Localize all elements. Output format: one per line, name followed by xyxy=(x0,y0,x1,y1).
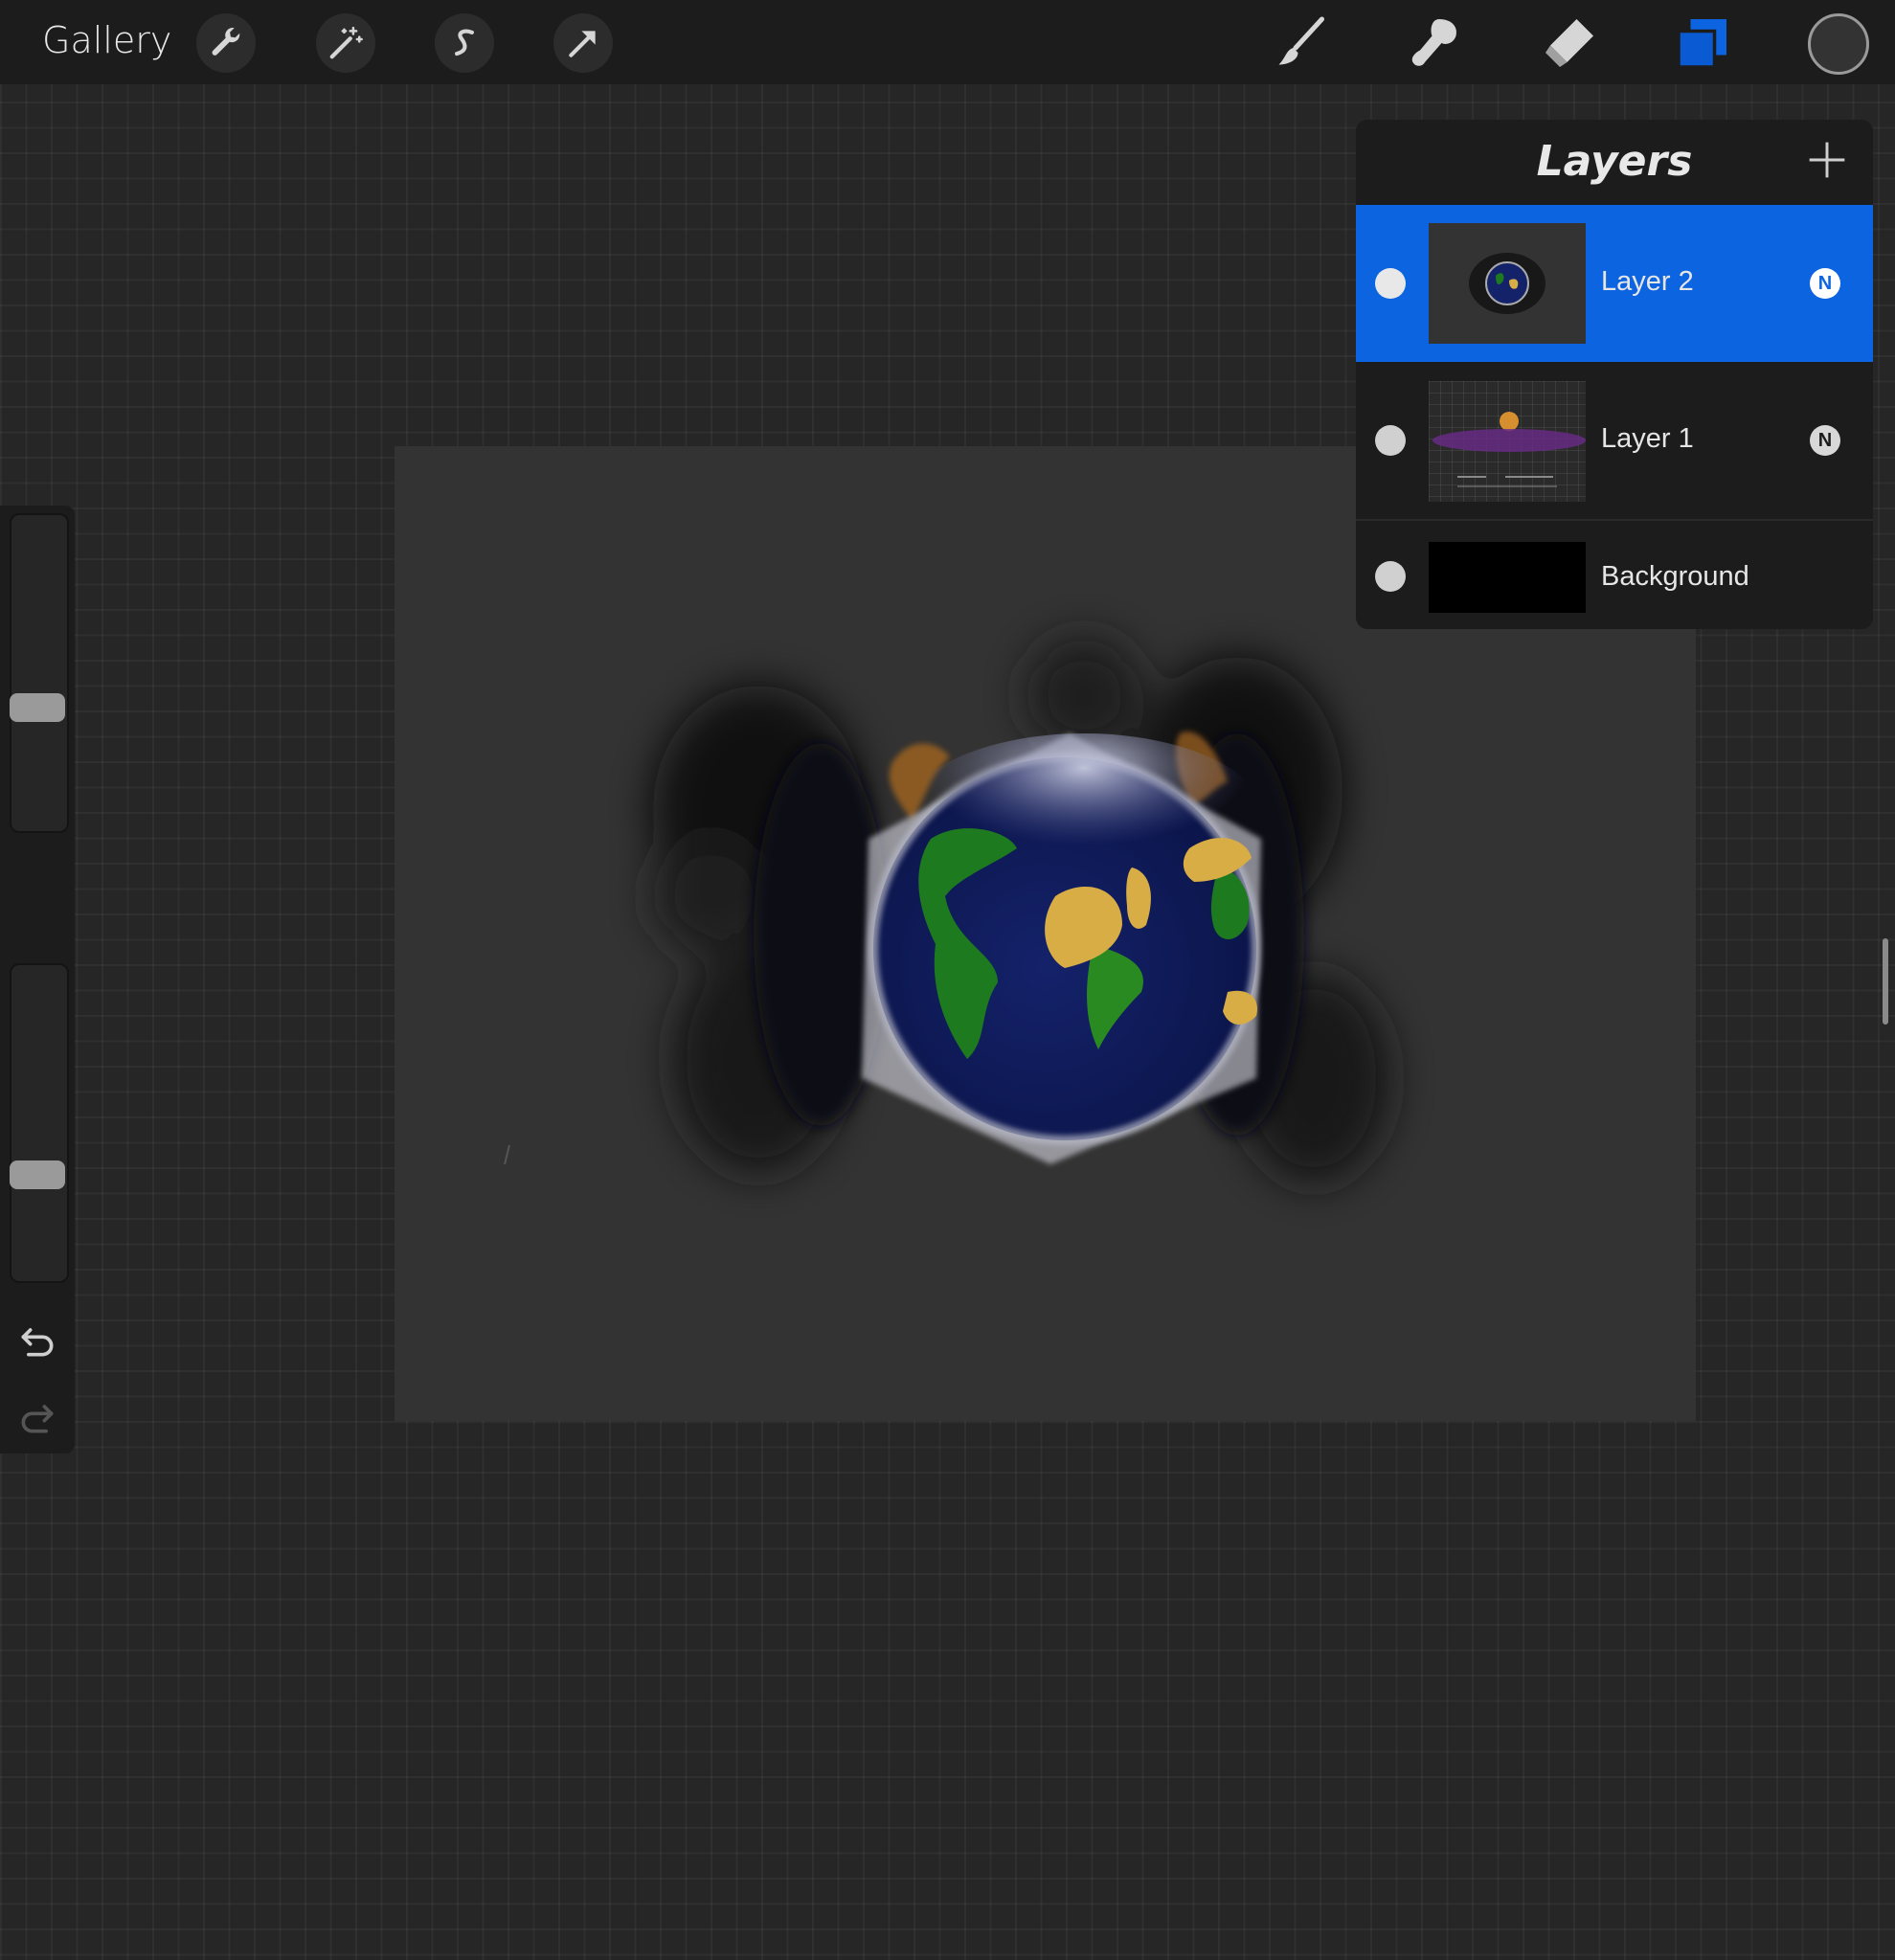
layer-visibility-toggle[interactable] xyxy=(1375,268,1406,299)
blend-mode-button[interactable]: N xyxy=(1810,268,1840,299)
wrench-icon xyxy=(212,28,240,56)
magic-wand-icon xyxy=(329,26,363,59)
adjustments-button[interactable] xyxy=(316,13,375,73)
gallery-button[interactable]: Gallery xyxy=(42,19,171,61)
layers-panel: Layers Layer 2 N Layer 1 N Background xyxy=(1356,120,1873,629)
layer-row-background[interactable]: Background xyxy=(1356,521,1873,626)
color-picker-button[interactable] xyxy=(1808,13,1869,75)
layers-tool[interactable] xyxy=(1671,11,1734,75)
undo-icon[interactable] xyxy=(16,1319,58,1362)
transform-arrow-icon xyxy=(569,31,596,57)
opacity-thumb[interactable] xyxy=(10,1160,65,1189)
layer-thumbnail xyxy=(1429,381,1586,502)
layers-title: Layers xyxy=(1536,137,1693,186)
blend-mode-button[interactable]: N xyxy=(1810,425,1840,456)
actions-button[interactable] xyxy=(196,13,256,73)
layer-name: Layer 2 xyxy=(1601,266,1694,297)
top-toolbar: Gallery xyxy=(0,0,1895,84)
layer-thumbnail xyxy=(1429,223,1586,344)
eraser-tool[interactable] xyxy=(1538,11,1601,75)
redo-icon[interactable] xyxy=(16,1396,58,1438)
layer-name: Layer 1 xyxy=(1601,423,1694,454)
smudge-icon xyxy=(1411,19,1456,66)
layer-row-layer-2[interactable]: Layer 2 N xyxy=(1356,205,1873,362)
eraser-icon xyxy=(1545,19,1593,67)
brush-size-slider[interactable] xyxy=(10,513,69,833)
selection-button[interactable] xyxy=(435,13,494,73)
smudge-tool[interactable] xyxy=(1403,11,1466,75)
transform-button[interactable] xyxy=(553,13,613,73)
brush-size-thumb[interactable] xyxy=(10,693,65,722)
left-sidebar xyxy=(0,506,75,1453)
brush-tool[interactable] xyxy=(1269,11,1332,75)
layer-visibility-toggle[interactable] xyxy=(1375,561,1406,592)
layers-icon xyxy=(1677,19,1726,69)
opacity-slider[interactable] xyxy=(10,963,69,1283)
layer-row-layer-1[interactable]: Layer 1 N xyxy=(1356,362,1873,521)
plus-icon[interactable] xyxy=(1806,139,1848,181)
vertical-scrollbar[interactable] xyxy=(1883,938,1888,1025)
selection-s-icon xyxy=(455,29,474,56)
brush-icon xyxy=(1278,16,1324,65)
layer-thumbnail xyxy=(1429,542,1586,613)
layer-name: Background xyxy=(1601,561,1749,592)
layer-visibility-toggle[interactable] xyxy=(1375,425,1406,456)
